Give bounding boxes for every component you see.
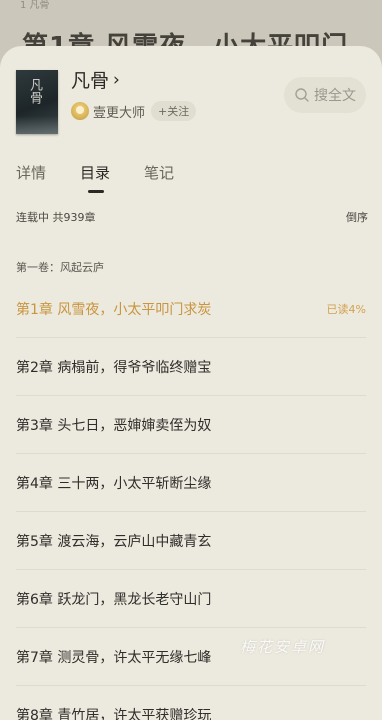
tab-details-label: 详情 — [16, 164, 47, 182]
book-header: 凡骨 凡骨 › 壹更大师 +关注 搜全文 — [0, 46, 382, 146]
tab-notes[interactable]: 笔记 — [144, 146, 174, 192]
chapter-title: 第8章 青竹居，许太平获赠珍玩 — [16, 707, 212, 720]
read-progress-badge: 已读4% — [326, 302, 366, 316]
search-label: 搜全文 — [314, 88, 356, 104]
volume-label: 第一卷：风起云庐 — [16, 261, 104, 274]
tab-catalog[interactable]: 目录 — [80, 146, 111, 193]
chapter-title: 第1章 风雪夜，小太平叩门求炭 — [16, 301, 212, 318]
chapter-item[interactable]: 第3章 头七日，恶婶婶卖侄为奴 — [16, 396, 366, 454]
catalog-status-row: 连载中 共939章 倒序 — [0, 192, 382, 242]
chapter-title: 第7章 测灵骨，许太平无缘七峰 — [16, 649, 212, 666]
chapter-title: 第2章 病榻前，得爷爷临终赠宝 — [16, 359, 212, 376]
cover-title: 凡骨 — [27, 78, 42, 104]
chevron-right-icon: › — [113, 69, 120, 90]
tab-catalog-label: 目录 — [80, 164, 111, 182]
search-full-text-button[interactable]: 搜全文 — [284, 77, 366, 113]
chapter-title: 第3章 头七日，恶婶婶卖侄为奴 — [16, 417, 212, 434]
chapter-title: 第6章 跃龙门，黑龙长老守山门 — [16, 591, 212, 608]
author-name[interactable]: 壹更大师 — [93, 102, 145, 121]
cover-art — [16, 116, 58, 134]
chapter-title: 第4章 三十两，小太平斩断尘缘 — [16, 475, 212, 492]
book-title: 凡骨 — [71, 70, 110, 92]
catalog-sheet: 凡骨 凡骨 › 壹更大师 +关注 搜全文 详情 目录 笔记 连载中 共939章 … — [0, 46, 382, 720]
tab-bar: 详情 目录 笔记 — [0, 146, 382, 193]
chapter-title: 第5章 渡云海，云庐山中藏青玄 — [16, 533, 212, 550]
chapter-item[interactable]: 第8章 青竹居，许太平获赠珍玩 — [16, 686, 366, 720]
chapter-item[interactable]: 第2章 病榻前，得爷爷临终赠宝 — [16, 338, 366, 396]
chapter-item[interactable]: 第1章 风雪夜，小太平叩门求炭 已读4% — [16, 280, 366, 338]
serial-status: 连载中 共939章 — [16, 211, 96, 224]
author-row: 壹更大师 +关注 — [71, 101, 197, 121]
watermark: 梅花安卓网 — [240, 638, 326, 656]
chapter-item[interactable]: 第4章 三十两，小太平斩断尘缘 — [16, 454, 366, 512]
sort-reverse-button[interactable]: 倒序 — [346, 209, 368, 225]
follow-button[interactable]: +关注 — [151, 101, 197, 121]
chapter-item[interactable]: 第6章 跃龙门，黑龙长老守山门 — [16, 570, 366, 628]
tab-details[interactable]: 详情 — [16, 146, 46, 192]
author-avatar[interactable] — [71, 102, 89, 120]
tab-notes-label: 笔记 — [144, 164, 175, 182]
search-icon — [295, 88, 309, 102]
book-cover[interactable]: 凡骨 — [16, 70, 58, 134]
chapter-item[interactable]: 第5章 渡云海，云庐山中藏青玄 — [16, 512, 366, 570]
book-title-link[interactable]: 凡骨 › — [71, 66, 120, 93]
